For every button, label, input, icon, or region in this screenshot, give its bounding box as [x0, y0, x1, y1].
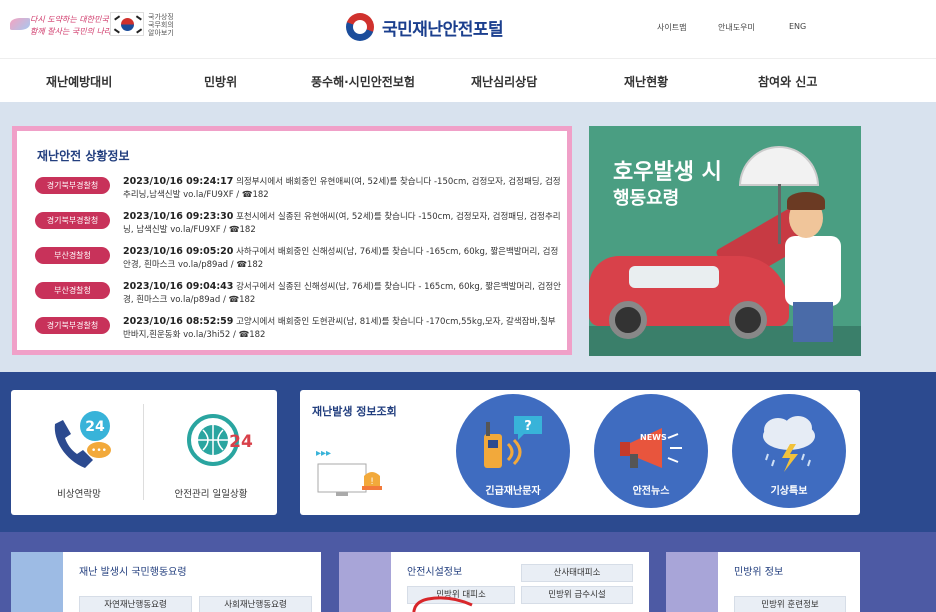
slogan-line1: 다시 도약하는 대한민국: [30, 15, 109, 24]
news-badge-text: NEWS: [640, 433, 667, 442]
civil-defense-info-title: 민방위 정보: [734, 567, 784, 578]
status-item-text: 2023/10/16 09:24:17 의정부시에서 배회중인 유현애씨(여, …: [123, 176, 561, 200]
action-guide-title: 재난 발생시 국민행동요령: [79, 567, 187, 578]
status-title: 재난안전 상황정보: [37, 149, 130, 163]
safety-news-label: 안전뉴스: [632, 486, 670, 497]
nav-participation[interactable]: 참여와 신고: [758, 73, 817, 90]
landslide-shelter-button[interactable]: 산사태대피소: [521, 564, 633, 582]
svg-text:!: !: [370, 477, 374, 487]
slogan-line2: 함께 잘사는 국민의 나라: [30, 27, 112, 36]
status-item-text: 2023/10/16 09:05:20 사하구에서 배회중인 신해성씨(남, 7…: [123, 246, 559, 270]
korean-flag-icon[interactable]: [110, 12, 144, 36]
emergency-contact-label[interactable]: 비상연락망: [19, 486, 139, 500]
civil-defense-training-button[interactable]: 민방위 훈련정보: [734, 596, 846, 612]
banner-subtitle: 행동요령: [613, 188, 680, 209]
globe-badge-text: 24: [229, 432, 253, 452]
globe-24-icon[interactable]: 24: [181, 408, 253, 472]
weather-alert-label: 기상특보: [770, 486, 808, 497]
disaster-info-panel: 재난발생 정보조회 ▸▸▸ ! ? 긴급재난문자 NEWS 안전뉴스 기상특보: [300, 390, 860, 515]
nav-disaster-status[interactable]: 재난현황: [624, 73, 668, 90]
portal-title: 국민재난안전포털: [382, 19, 504, 40]
bird-icon: [10, 18, 30, 30]
phone-badge-text: 24: [85, 419, 105, 435]
main-nav: 재난예방대비 민방위 풍수해·시민안전보험 재난심리상담 재난현황 참여와 신고: [0, 58, 936, 102]
emergency-sms-label: 긴급재난문자: [485, 486, 541, 497]
banner-title: 호우발생 시: [613, 160, 722, 185]
status-item-text: 2023/10/16 09:23:30 포천시에서 실종된 유현애씨(여, 52…: [123, 211, 561, 235]
guide-link[interactable]: 안내도우미: [718, 22, 755, 33]
heavy-rain-banner[interactable]: 호우발생 시 행동요령: [589, 126, 861, 356]
header: 다시 도약하는 대한민국 함께 잘사는 국민의 나라 국가상징 국무회의 알아보…: [0, 0, 936, 58]
svg-text:▸▸▸: ▸▸▸: [316, 448, 331, 459]
national-symbol-link[interactable]: 국가상징 국무회의 알아보기: [148, 13, 174, 37]
civil-defense-water-button[interactable]: 민방위 급수시설: [521, 586, 633, 604]
agency-badge: 경기북부경찰청: [35, 212, 110, 229]
civil-defense-info-card: 민방위 정보 민방위 훈련정보: [666, 552, 860, 612]
umbrella-icon: [739, 146, 819, 186]
english-link[interactable]: ENG: [789, 22, 806, 31]
sitemap-link[interactable]: 사이트맵: [657, 22, 686, 33]
svg-text:?: ?: [524, 419, 532, 434]
portal-logo[interactable]: 국민재난안전포털: [346, 12, 504, 42]
agency-badge: 부산경찰청: [35, 282, 110, 299]
red-scribble-annotation: [412, 596, 473, 612]
agency-badge: 경기북부경찰청: [35, 317, 110, 334]
daily-status-label[interactable]: 안전관리 일일상황: [151, 486, 271, 500]
safety-facility-card: 안전시설정보 산사태대피소 민방위 대피소 민방위 급수시설: [339, 552, 649, 612]
safety-news-button[interactable]: NEWS 안전뉴스: [594, 394, 708, 508]
emergency-sms-button[interactable]: ? 긴급재난문자: [456, 394, 570, 508]
nav-insurance[interactable]: 풍수해·시민안전보험: [311, 73, 415, 90]
nav-civil-defense[interactable]: 민방위: [204, 73, 237, 90]
government-emblem-icon: [346, 13, 374, 41]
quick-links-panel: 24 ••• 24 비상연락망 안전관리 일일상황: [11, 390, 277, 515]
alert-monitor-icon: ▸▸▸ !: [316, 448, 382, 496]
action-guide-card: 재난 발생시 국민행동요령 자연재난행동요령 사회재난행동요령: [11, 552, 321, 612]
nav-psych-counsel[interactable]: 재난심리상담: [471, 73, 537, 90]
safety-facility-title: 안전시설정보: [407, 567, 463, 578]
disaster-info-title: 재난발생 정보조회: [312, 405, 397, 418]
status-item-text: 2023/10/16 08:52:59 고양시에서 배회중인 도현관씨(남, 8…: [123, 316, 556, 340]
agency-badge: 부산경찰청: [35, 247, 110, 264]
weather-alert-button[interactable]: 기상특보: [732, 394, 846, 508]
status-item-text: 2023/10/16 09:04:43 강서구에서 실종된 신해성씨(남, 76…: [123, 281, 562, 305]
agency-badge: 경기북부경찰청: [35, 177, 110, 194]
status-panel: 재난안전 상황정보 경기북부경찰청 2023/10/16 09:24:17 의정…: [12, 126, 572, 355]
nav-disaster-prevention[interactable]: 재난예방대비: [46, 73, 112, 90]
social-disaster-guide-button[interactable]: 사회재난행동요령: [199, 596, 312, 612]
phone-24-icon[interactable]: 24 •••: [49, 410, 115, 472]
natural-disaster-guide-button[interactable]: 자연재난행동요령: [79, 596, 192, 612]
svg-text:•••: •••: [91, 446, 107, 456]
government-slogan-logo[interactable]: 다시 도약하는 대한민국 함께 잘사는 국민의 나라: [8, 12, 112, 38]
